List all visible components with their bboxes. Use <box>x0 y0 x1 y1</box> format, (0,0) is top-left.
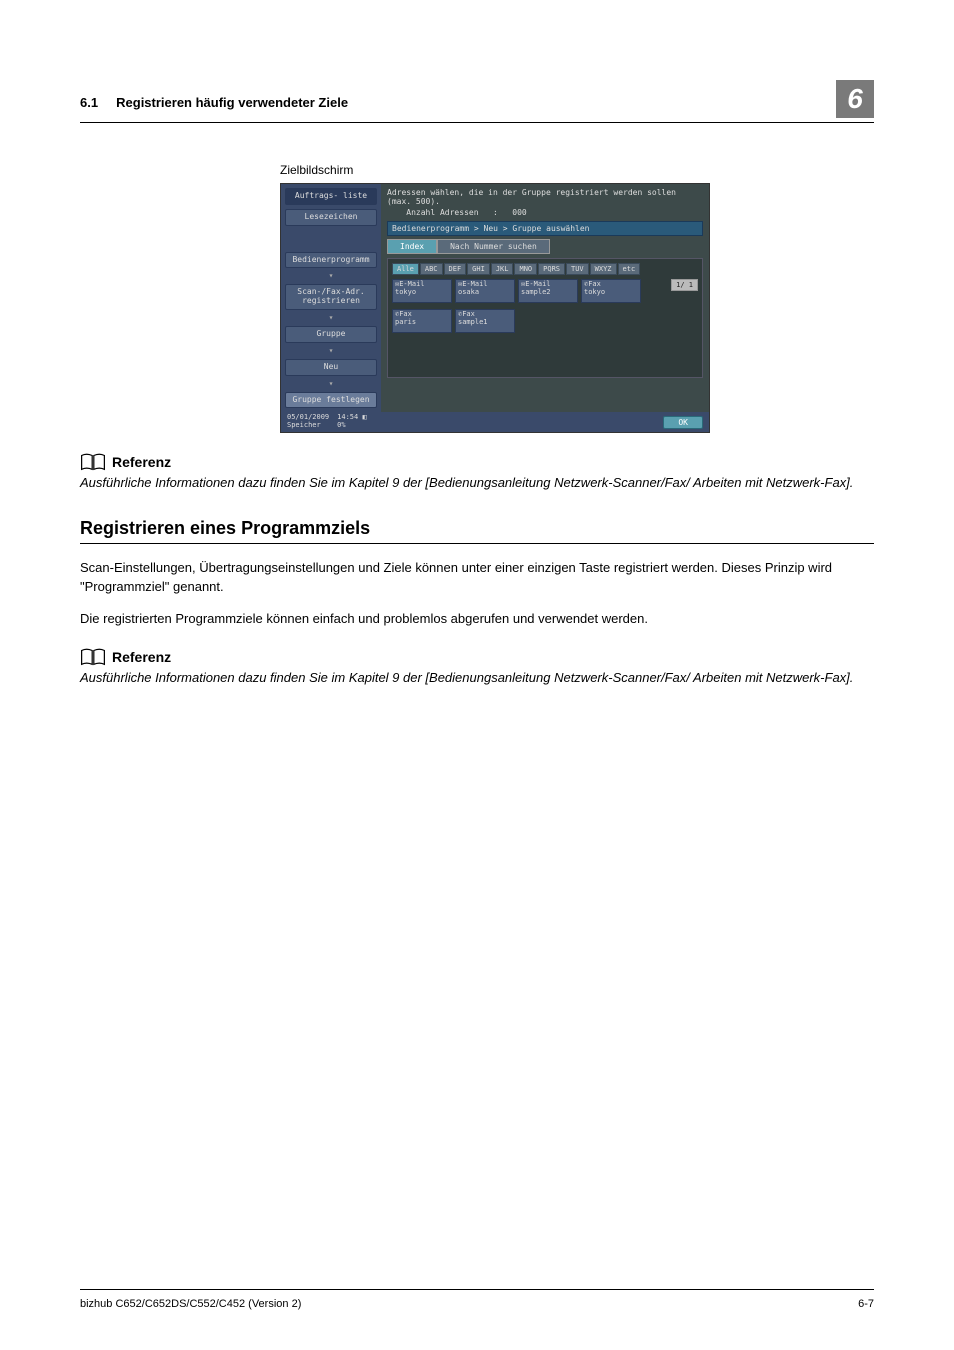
footer-mem-label: Speicher <box>287 421 321 429</box>
letter-tab-pqrs[interactable]: PQRS <box>538 263 565 275</box>
instruction-text: Adressen wählen, die in der Gruppe regis… <box>387 188 703 206</box>
chevron-down-icon: ▾ <box>285 380 377 388</box>
letter-tab-mno[interactable]: MNO <box>514 263 537 275</box>
scanfax-button[interactable]: Scan-/Fax-Adr. registrieren <box>285 284 377 310</box>
reference-text-2: Ausführliche Informationen dazu finden S… <box>80 669 874 687</box>
destination-button[interactable]: ✆Faxtokyo <box>581 279 641 303</box>
new-button[interactable]: Neu <box>285 359 377 376</box>
side-panel: Auftrags- liste Lesezeichen Bedienerprog… <box>281 184 381 412</box>
book-icon <box>80 648 106 666</box>
breadcrumb: Bedienerprogramm > Neu > Gruppe auswähle… <box>387 221 703 236</box>
header-left: 6.1 Registrieren häufig verwendeter Ziel… <box>80 95 348 118</box>
letter-tab-etc[interactable]: etc <box>618 263 641 275</box>
letter-tab-tuv[interactable]: TUV <box>566 263 589 275</box>
heading-programmziel: Registrieren eines Programmziels <box>80 518 874 539</box>
heading-rule <box>80 543 874 544</box>
reference-text-1: Ausführliche Informationen dazu finden S… <box>80 474 874 492</box>
letter-tab-abc[interactable]: ABC <box>420 263 443 275</box>
set-group-button[interactable]: Gruppe festlegen <box>285 392 377 409</box>
ok-button[interactable]: OK <box>663 416 703 429</box>
header-rule <box>80 122 874 123</box>
footer-model: bizhub C652/C652DS/C552/C452 (Version 2) <box>80 1298 301 1310</box>
destination-button[interactable]: ✉E-Mailosaka <box>455 279 515 303</box>
section-num: 6.1 <box>80 95 98 110</box>
screenshot-caption: Zielbildschirm <box>280 163 874 177</box>
chevron-down-icon: ▾ <box>285 314 377 322</box>
letter-tab-alle[interactable]: Alle <box>392 263 419 275</box>
letter-tab-def[interactable]: DEF <box>444 263 467 275</box>
jobs-button[interactable]: Auftrags- liste <box>285 188 377 205</box>
group-button[interactable]: Gruppe <box>285 326 377 343</box>
footer-page: 6-7 <box>858 1298 874 1310</box>
book-icon <box>80 453 106 471</box>
chapter-badge: 6 <box>836 80 874 118</box>
chevron-down-icon: ▾ <box>285 272 377 280</box>
letter-tab-jkl[interactable]: JKL <box>491 263 514 275</box>
destination-button[interactable]: ✉E-Mailtokyo <box>392 279 452 303</box>
chevron-down-icon: ▾ <box>285 347 377 355</box>
letter-tab-ghi[interactable]: GHI <box>467 263 490 275</box>
bookmark-button[interactable]: Lesezeichen <box>285 209 377 226</box>
letter-tab-wxyz[interactable]: WXYZ <box>590 263 617 275</box>
paragraph-2: Die registrierten Programmziele können e… <box>80 609 874 629</box>
screenshot-footer: 05/01/2009 Speicher 14:54 ◧ 0% OK <box>281 412 709 431</box>
tab-search[interactable]: Nach Nummer suchen <box>437 239 550 254</box>
footer-rule <box>80 1289 874 1290</box>
count-row: Anzahl Adressen : 000 <box>387 208 703 217</box>
reference-label: Referenz <box>112 649 171 665</box>
utility-button[interactable]: Bedienerprogramm <box>285 252 377 269</box>
section-title: Registrieren häufig verwendeter Ziele <box>116 95 348 110</box>
paragraph-1: Scan-Einstellungen, Übertragungseinstell… <box>80 558 874 597</box>
destination-button[interactable]: ✆Faxsample1 <box>455 309 515 333</box>
destination-button[interactable]: ✉E-Mailsample2 <box>518 279 578 303</box>
address-panel: AlleABCDEFGHIJKLMNOPQRSTUVWXYZetc ✉E-Mai… <box>387 258 703 378</box>
footer-mem-val: 0% <box>337 421 345 429</box>
tab-index[interactable]: Index <box>387 239 437 254</box>
device-screenshot: Auftrags- liste Lesezeichen Bedienerprog… <box>280 183 710 433</box>
reference-label: Referenz <box>112 454 171 470</box>
page-indicator: 1/ 1 <box>671 279 698 291</box>
destination-button[interactable]: ✆Faxparis <box>392 309 452 333</box>
